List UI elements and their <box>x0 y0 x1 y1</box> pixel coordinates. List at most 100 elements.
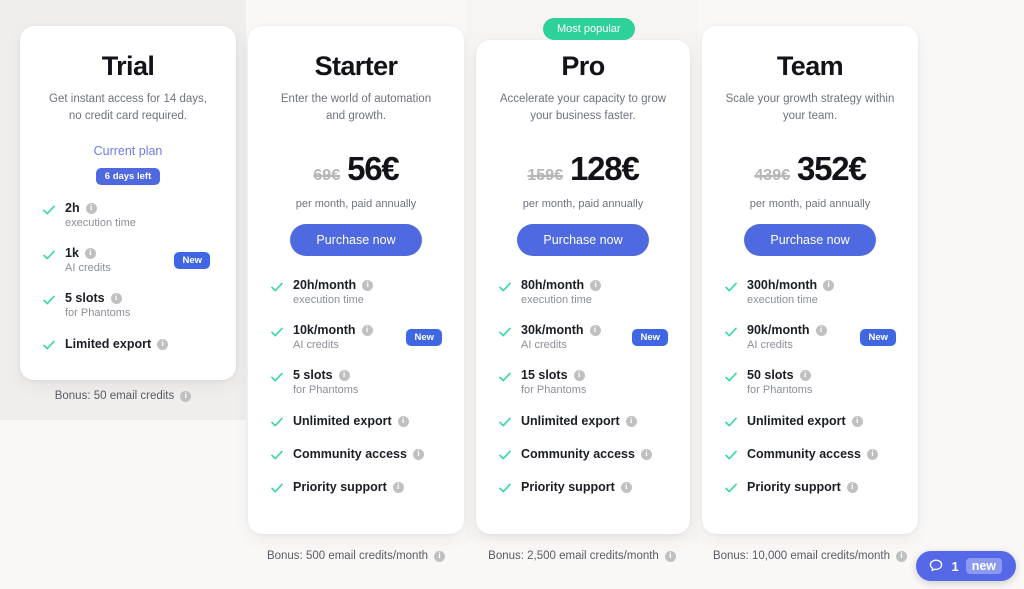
info-icon[interactable]: i <box>338 369 350 381</box>
info-icon[interactable]: i <box>412 448 424 460</box>
feature-item: 5 slots i for Phantoms <box>270 368 442 396</box>
feature-label: Priority support i <box>747 480 896 494</box>
feature-label: 5 slots i <box>65 291 214 305</box>
info-icon[interactable]: i <box>590 279 602 291</box>
chat-widget-button[interactable]: 1 new <box>916 551 1016 581</box>
price-current: 128€ <box>569 150 640 188</box>
info-icon[interactable]: i <box>866 448 878 460</box>
info-icon[interactable]: i <box>157 338 169 350</box>
feature-list: 80h/month i execution time 30k/month i AI cre… <box>494 278 672 495</box>
feature-label: Unlimited export i <box>293 414 442 428</box>
feature-label: 300h/month i <box>747 278 896 292</box>
info-icon[interactable]: i <box>896 550 908 562</box>
info-icon[interactable]: i <box>664 550 676 562</box>
feature-body: Unlimited export i <box>747 414 896 428</box>
check-icon <box>724 325 738 339</box>
info-icon[interactable]: i <box>799 369 811 381</box>
feature-body: Community access i <box>293 447 442 461</box>
feature-body: 5 slots i for Phantoms <box>65 291 214 319</box>
feature-label: Limited export i <box>65 337 214 351</box>
feature-item: Unlimited export i <box>724 413 896 429</box>
price-original: 439€ <box>754 167 790 185</box>
feature-item: 2h i execution time <box>42 201 214 229</box>
feature-title: Unlimited export <box>747 414 846 429</box>
feature-label: 20h/month i <box>293 278 442 292</box>
feature-label: 2h i <box>65 201 214 215</box>
cta-container: Purchase now <box>720 224 900 257</box>
feature-item: 10k/month i AI credits New <box>270 323 442 351</box>
info-icon[interactable]: i <box>361 324 373 336</box>
feature-label: 15 slots i <box>521 368 668 382</box>
info-icon[interactable]: i <box>620 481 632 493</box>
info-icon[interactable]: i <box>84 247 96 259</box>
bonus-line-starter: Bonus: 500 email credits/month i <box>248 550 464 562</box>
feature-list: 2h i execution time 1k i AI credits New 5 slots… <box>38 201 218 352</box>
feature-item: 90k/month i AI credits New <box>724 323 896 351</box>
feature-item: Priority support i <box>270 479 442 495</box>
info-icon[interactable]: i <box>589 324 601 336</box>
feature-label: 80h/month i <box>521 278 668 292</box>
feature-title: Community access <box>293 447 407 462</box>
feature-body: Community access i <box>747 447 896 461</box>
plan-card-team: Team Scale your growth strategy within yo… <box>702 26 918 534</box>
check-icon <box>498 325 512 339</box>
purchase-now-button[interactable]: Purchase now <box>744 224 876 257</box>
feature-title: 1k <box>65 246 79 261</box>
info-icon[interactable]: i <box>110 292 122 304</box>
cta-container: Purchase now <box>266 224 446 257</box>
check-icon <box>498 481 512 495</box>
purchase-now-button[interactable]: Purchase now <box>290 224 422 257</box>
info-icon[interactable]: i <box>851 415 863 427</box>
info-icon[interactable]: i <box>625 415 637 427</box>
plan-card-starter: Starter Enter the world of automation and… <box>248 26 464 534</box>
feature-item: 50 slots i for Phantoms <box>724 368 896 396</box>
feature-body: Limited export i <box>65 337 214 351</box>
check-icon <box>498 415 512 429</box>
feature-sublabel: execution time <box>65 217 136 230</box>
feature-title: 2h <box>65 201 80 216</box>
check-icon <box>42 203 56 217</box>
feature-sublabel: for Phantoms <box>65 307 131 320</box>
check-icon <box>270 370 284 384</box>
price-original: 159€ <box>527 167 563 185</box>
feature-sublabel: for Phantoms <box>747 384 813 397</box>
feature-label: Priority support i <box>293 480 442 494</box>
feature-title: 30k/month <box>521 323 584 338</box>
info-icon[interactable]: i <box>815 324 827 336</box>
plan-description: Get instant access for 14 days, no credi… <box>49 93 207 122</box>
feature-sublabel: execution time <box>521 294 592 307</box>
purchase-now-button[interactable]: Purchase now <box>517 224 649 257</box>
info-icon[interactable]: i <box>846 481 858 493</box>
current-plan-link[interactable]: Current plan <box>38 144 218 158</box>
info-icon[interactable]: i <box>397 415 409 427</box>
feature-label: Community access i <box>521 447 668 461</box>
feature-body: 20h/month i execution time <box>293 278 442 306</box>
feature-body: 15 slots i for Phantoms <box>521 368 668 396</box>
bonus-line-team: Bonus: 10,000 email credits/month i <box>702 550 918 562</box>
price-billing-note: per month, paid annually <box>522 198 644 211</box>
feature-item: Community access i <box>270 446 442 462</box>
feature-title: 300h/month <box>747 278 818 293</box>
feature-item: 15 slots i for Phantoms <box>498 368 668 396</box>
feature-title: Limited export <box>65 337 152 352</box>
plan-cards-container: Trial Get instant access for 14 days, no … <box>0 0 1024 589</box>
info-icon[interactable]: i <box>573 369 585 381</box>
price-row: 69€ 56€ <box>266 150 446 188</box>
check-icon <box>42 293 56 307</box>
feature-item: 300h/month i execution time <box>724 278 896 306</box>
info-icon[interactable]: i <box>362 279 374 291</box>
new-badge: New <box>174 252 210 270</box>
feature-title: 10k/month <box>293 323 356 338</box>
info-icon[interactable]: i <box>823 279 835 291</box>
new-badge: New <box>632 329 668 347</box>
info-icon[interactable]: i <box>392 481 404 493</box>
plan-name: Pro <box>561 51 605 81</box>
feature-item: 30k/month i AI credits New <box>498 323 668 351</box>
check-icon <box>498 370 512 384</box>
info-icon[interactable]: i <box>640 448 652 460</box>
new-badge: New <box>406 329 442 347</box>
chat-unread-count: 1 <box>951 558 959 574</box>
info-icon[interactable]: i <box>180 390 192 402</box>
info-icon[interactable]: i <box>85 202 97 214</box>
info-icon[interactable]: i <box>434 550 446 562</box>
